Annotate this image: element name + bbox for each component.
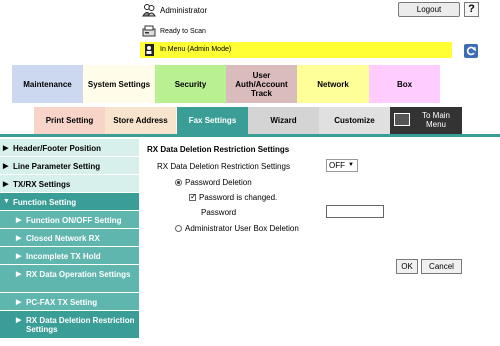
- subtab-print-setting[interactable]: Print Setting: [34, 107, 105, 134]
- page-title: RX Data Deletion Restriction Settings: [147, 145, 290, 154]
- admin-mode-icon: [143, 43, 157, 57]
- password-changed-checkbox[interactable]: ✓: [189, 192, 197, 201]
- administrator-icon: [142, 3, 156, 17]
- sidebar-item-label: Function ON/OFF Setting: [26, 216, 122, 225]
- tab-divider-line: [0, 134, 500, 137]
- password-label: Password: [201, 208, 237, 217]
- chevron-down-icon: ▼: [348, 162, 354, 168]
- sidebar-item-label: Header/Footer Position: [13, 144, 102, 153]
- sidebar-item-tx-rx-settings[interactable]: ▶ TX/RX Settings: [0, 175, 139, 193]
- password-input[interactable]: [326, 205, 384, 218]
- sidebar-item-function-on-off-setting[interactable]: ▶ Function ON/OFF Setting: [0, 211, 139, 229]
- device-status-text: Ready to Scan: [160, 28, 206, 35]
- sidebar-item-incomplete-tx-hold[interactable]: ▶ Incomplete TX Hold: [0, 247, 139, 265]
- chevron-right-icon: ▶: [3, 181, 9, 188]
- restriction-setting-select[interactable]: OFF ▼: [326, 159, 358, 172]
- chevron-right-icon: ▶: [16, 317, 22, 324]
- chevron-right-icon: ▶: [16, 271, 22, 278]
- chevron-right-icon: ▶: [3, 163, 9, 170]
- tab-box[interactable]: Box: [369, 65, 440, 103]
- admin-mode-text: In Menu (Admin Mode): [160, 46, 232, 53]
- cancel-button[interactable]: Cancel: [421, 259, 462, 274]
- tab-user-auth-account-track[interactable]: User Auth/Account Track: [226, 65, 297, 103]
- sidebar-item-pc-fax-tx-setting[interactable]: ▶ PC-FAX TX Setting: [0, 293, 139, 311]
- admin-user-label: Administrator: [160, 6, 208, 15]
- sidebar-item-label: TX/RX Settings: [13, 180, 71, 189]
- sidebar-item-function-setting[interactable]: ▼ Function Setting: [0, 193, 139, 211]
- password-deletion-label: Password Deletion: [185, 178, 252, 187]
- tab-network[interactable]: Network: [297, 65, 369, 103]
- restriction-setting-value: OFF: [329, 161, 345, 170]
- tab-system-settings[interactable]: System Settings: [83, 65, 155, 103]
- sidebar-item-label: Closed Network RX: [26, 234, 100, 243]
- sidebar-item-label: Function Setting: [13, 198, 77, 207]
- main-menu-icon: [394, 113, 410, 126]
- chevron-right-icon: ▶: [3, 145, 9, 152]
- help-button[interactable]: ?: [464, 2, 479, 17]
- subtab-fax-settings[interactable]: Fax Settings: [177, 107, 248, 134]
- scanner-status-icon: [142, 24, 156, 38]
- tab-maintenance[interactable]: Maintenance: [12, 65, 83, 103]
- restriction-setting-label: RX Data Deletion Restriction Settings: [157, 162, 290, 171]
- password-changed-label: Password is changed.: [199, 193, 278, 202]
- sidebar-item-rx-data-operation-settings[interactable]: ▶ RX Data Operation Settings: [0, 265, 139, 293]
- to-main-menu-button[interactable]: To Main Menu: [390, 107, 462, 134]
- sidebar-item-label: Incomplete TX Hold: [26, 252, 101, 261]
- ok-button[interactable]: OK: [396, 259, 418, 274]
- logout-button[interactable]: Logout: [398, 2, 460, 17]
- sidebar-item-label: Line Parameter Setting: [13, 162, 101, 171]
- sidebar: ▶ Header/Footer Position ▶ Line Paramete…: [0, 139, 141, 346]
- chevron-down-icon: ▼: [3, 198, 10, 205]
- refresh-icon[interactable]: [464, 44, 478, 58]
- chevron-right-icon: ▶: [16, 217, 22, 224]
- sidebar-item-rx-data-deletion-restriction-settings[interactable]: ▶ RX Data Deletion Restriction Settings: [0, 311, 139, 339]
- sidebar-item-line-parameter-setting[interactable]: ▶ Line Parameter Setting: [0, 157, 139, 175]
- sidebar-item-header-footer-position[interactable]: ▶ Header/Footer Position: [0, 139, 139, 157]
- chevron-right-icon: ▶: [16, 299, 22, 306]
- subtab-store-address[interactable]: Store Address: [105, 107, 176, 134]
- password-deletion-radio[interactable]: [175, 179, 182, 186]
- sidebar-item-label: RX Data Operation Settings: [26, 270, 131, 279]
- checkmark-icon: ✓: [190, 192, 197, 201]
- chevron-right-icon: ▶: [16, 253, 22, 260]
- admin-user-box-deletion-radio[interactable]: [175, 225, 182, 232]
- chevron-right-icon: ▶: [16, 235, 22, 242]
- admin-user-box-deletion-label: Administrator User Box Deletion: [185, 224, 299, 233]
- subtab-wizard[interactable]: Wizard: [248, 107, 319, 134]
- sidebar-item-label: RX Data Deletion Restriction Settings: [26, 316, 135, 334]
- tab-security[interactable]: Security: [155, 65, 226, 103]
- to-main-menu-label: To Main Menu: [421, 111, 450, 129]
- sidebar-item-closed-network-rx[interactable]: ▶ Closed Network RX: [0, 229, 139, 247]
- sidebar-item-label: PC-FAX TX Setting: [26, 298, 98, 307]
- subtab-customize[interactable]: Customize: [319, 107, 390, 134]
